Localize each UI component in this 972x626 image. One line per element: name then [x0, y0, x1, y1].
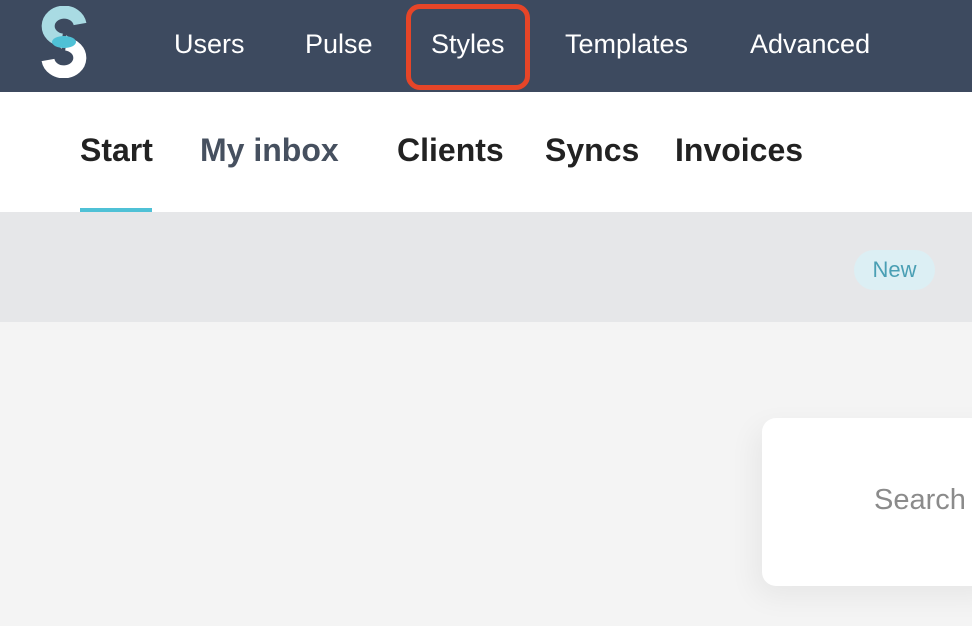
toolbar: New [0, 212, 972, 322]
sub-navigation: Start My inbox Clients Syncs Invoices [0, 92, 972, 212]
tab-start[interactable]: Start [80, 128, 153, 172]
nav-pulse[interactable]: Pulse [305, 24, 373, 64]
nav-users[interactable]: Users [174, 24, 245, 64]
nav-advanced[interactable]: Advanced [750, 24, 870, 64]
nav-templates[interactable]: Templates [565, 24, 688, 64]
nav-styles[interactable]: Styles [431, 24, 505, 64]
tab-invoices[interactable]: Invoices [675, 128, 803, 172]
main-content: Search f [0, 322, 972, 626]
search-card[interactable]: Search f [762, 418, 972, 586]
top-navigation-bar: Users Pulse Styles Templates Advanced [0, 0, 972, 92]
tab-clients[interactable]: Clients [397, 128, 504, 172]
search-input[interactable]: Search f [874, 484, 972, 517]
tab-my-inbox[interactable]: My inbox [200, 128, 339, 172]
s-logo-icon[interactable] [40, 6, 88, 78]
tab-syncs[interactable]: Syncs [545, 128, 639, 172]
new-button[interactable]: New [854, 250, 935, 290]
